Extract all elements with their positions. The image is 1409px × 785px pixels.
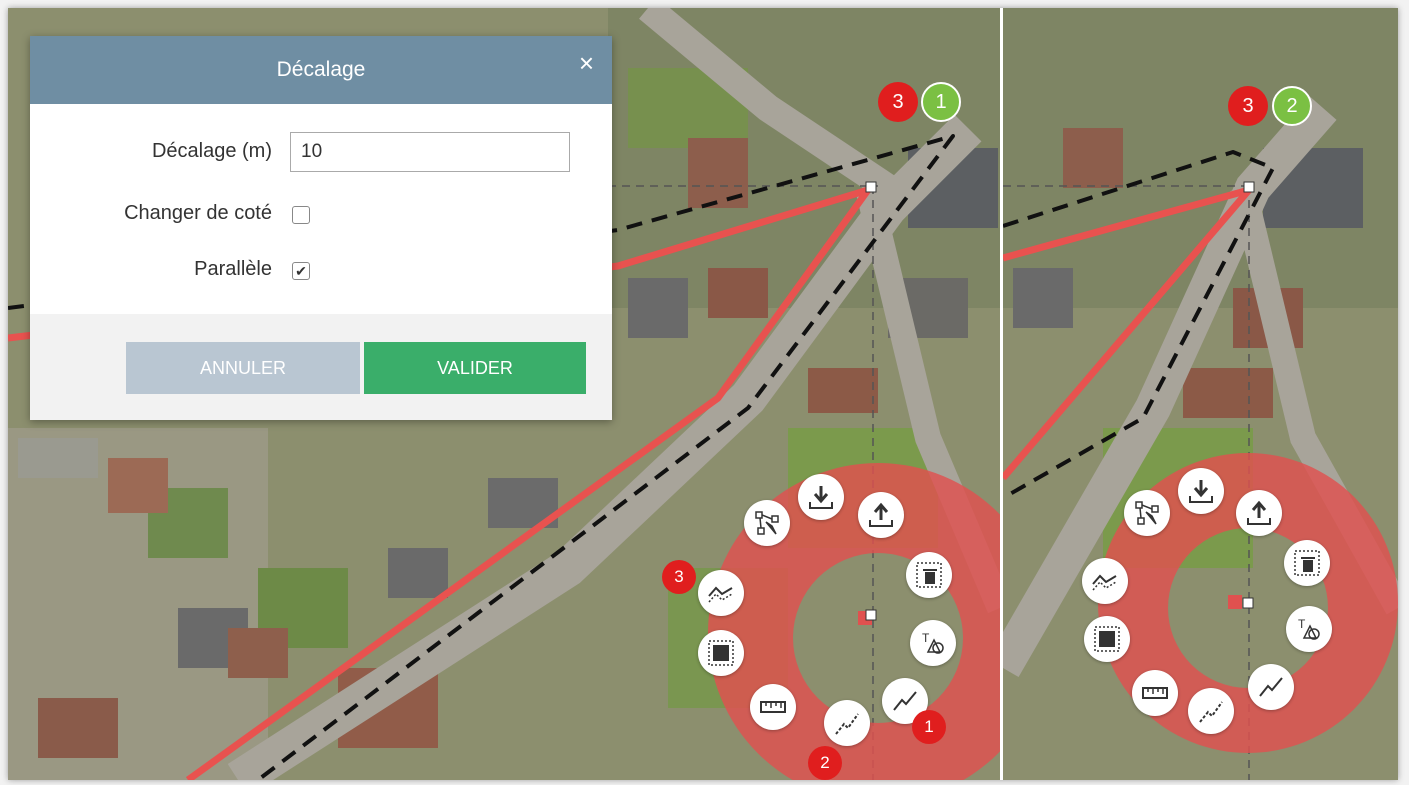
change-side-label: Changer de coté bbox=[124, 202, 272, 224]
right-map-canvas[interactable] bbox=[1003, 8, 1398, 780]
parallel-label: Parallèle bbox=[194, 258, 272, 280]
offset-line-icon[interactable] bbox=[698, 570, 744, 616]
menu-badge-2: 2 bbox=[808, 746, 842, 780]
text-shape-icon[interactable]: T bbox=[910, 620, 956, 666]
offset-input[interactable] bbox=[290, 132, 570, 172]
right-map[interactable] bbox=[1003, 8, 1398, 780]
change-side-checkbox[interactable] bbox=[292, 206, 310, 224]
select-square-icon[interactable] bbox=[698, 630, 744, 676]
dialog-footer: ANNULER VALIDER bbox=[30, 314, 612, 420]
draw-line-icon[interactable] bbox=[1248, 664, 1294, 710]
dialog-header: Décalage × bbox=[30, 36, 612, 104]
step-badge-2: 2 bbox=[1272, 86, 1312, 126]
parallel-checkbox[interactable]: ✔ bbox=[292, 262, 310, 280]
select-square-icon[interactable] bbox=[1084, 616, 1130, 662]
offset-label: Décalage (m) bbox=[151, 140, 272, 162]
draw-line-dotted-icon[interactable] bbox=[824, 700, 870, 746]
dialog-body: Décalage (m) Changer de coté Parallèle ✔ bbox=[30, 104, 612, 314]
menu-badge-1: 1 bbox=[912, 710, 946, 744]
offset-row: Décalage (m) bbox=[30, 132, 612, 172]
download-tray-icon[interactable] bbox=[1178, 468, 1224, 514]
svg-text:T: T bbox=[1298, 617, 1306, 631]
offset-dialog: Décalage × Décalage (m) Changer de coté … bbox=[30, 36, 612, 420]
parallel-row: Parallèle ✔ bbox=[30, 250, 612, 290]
measure-ruler-icon[interactable] bbox=[750, 684, 796, 730]
step-badge-3-right: 3 bbox=[1228, 86, 1268, 126]
step-badge-1: 1 bbox=[921, 82, 961, 122]
screenshot-frame: 3 1 3 2 T 3 1 2 T Décalage × Décalage (m… bbox=[8, 8, 1398, 780]
step-badge-3-left: 3 bbox=[878, 82, 918, 122]
graph-edit-icon[interactable] bbox=[1124, 490, 1170, 536]
menu-badge-3: 3 bbox=[662, 560, 696, 594]
draw-line-dotted-icon[interactable] bbox=[1188, 688, 1234, 734]
delete-selection-icon[interactable] bbox=[906, 552, 952, 598]
dialog-title: Décalage bbox=[276, 58, 366, 81]
graph-edit-icon[interactable] bbox=[744, 500, 790, 546]
download-tray-icon[interactable] bbox=[798, 474, 844, 520]
upload-tray-icon[interactable] bbox=[858, 492, 904, 538]
svg-text:T: T bbox=[922, 631, 930, 645]
close-icon[interactable]: × bbox=[579, 50, 594, 76]
change-side-row: Changer de coté bbox=[30, 194, 612, 234]
validate-button[interactable]: VALIDER bbox=[364, 342, 586, 394]
upload-tray-icon[interactable] bbox=[1236, 490, 1282, 536]
measure-ruler-icon[interactable] bbox=[1132, 670, 1178, 716]
delete-selection-icon[interactable] bbox=[1284, 540, 1330, 586]
offset-line-icon[interactable] bbox=[1082, 558, 1128, 604]
text-shape-icon[interactable]: T bbox=[1286, 606, 1332, 652]
cancel-button[interactable]: ANNULER bbox=[126, 342, 360, 394]
